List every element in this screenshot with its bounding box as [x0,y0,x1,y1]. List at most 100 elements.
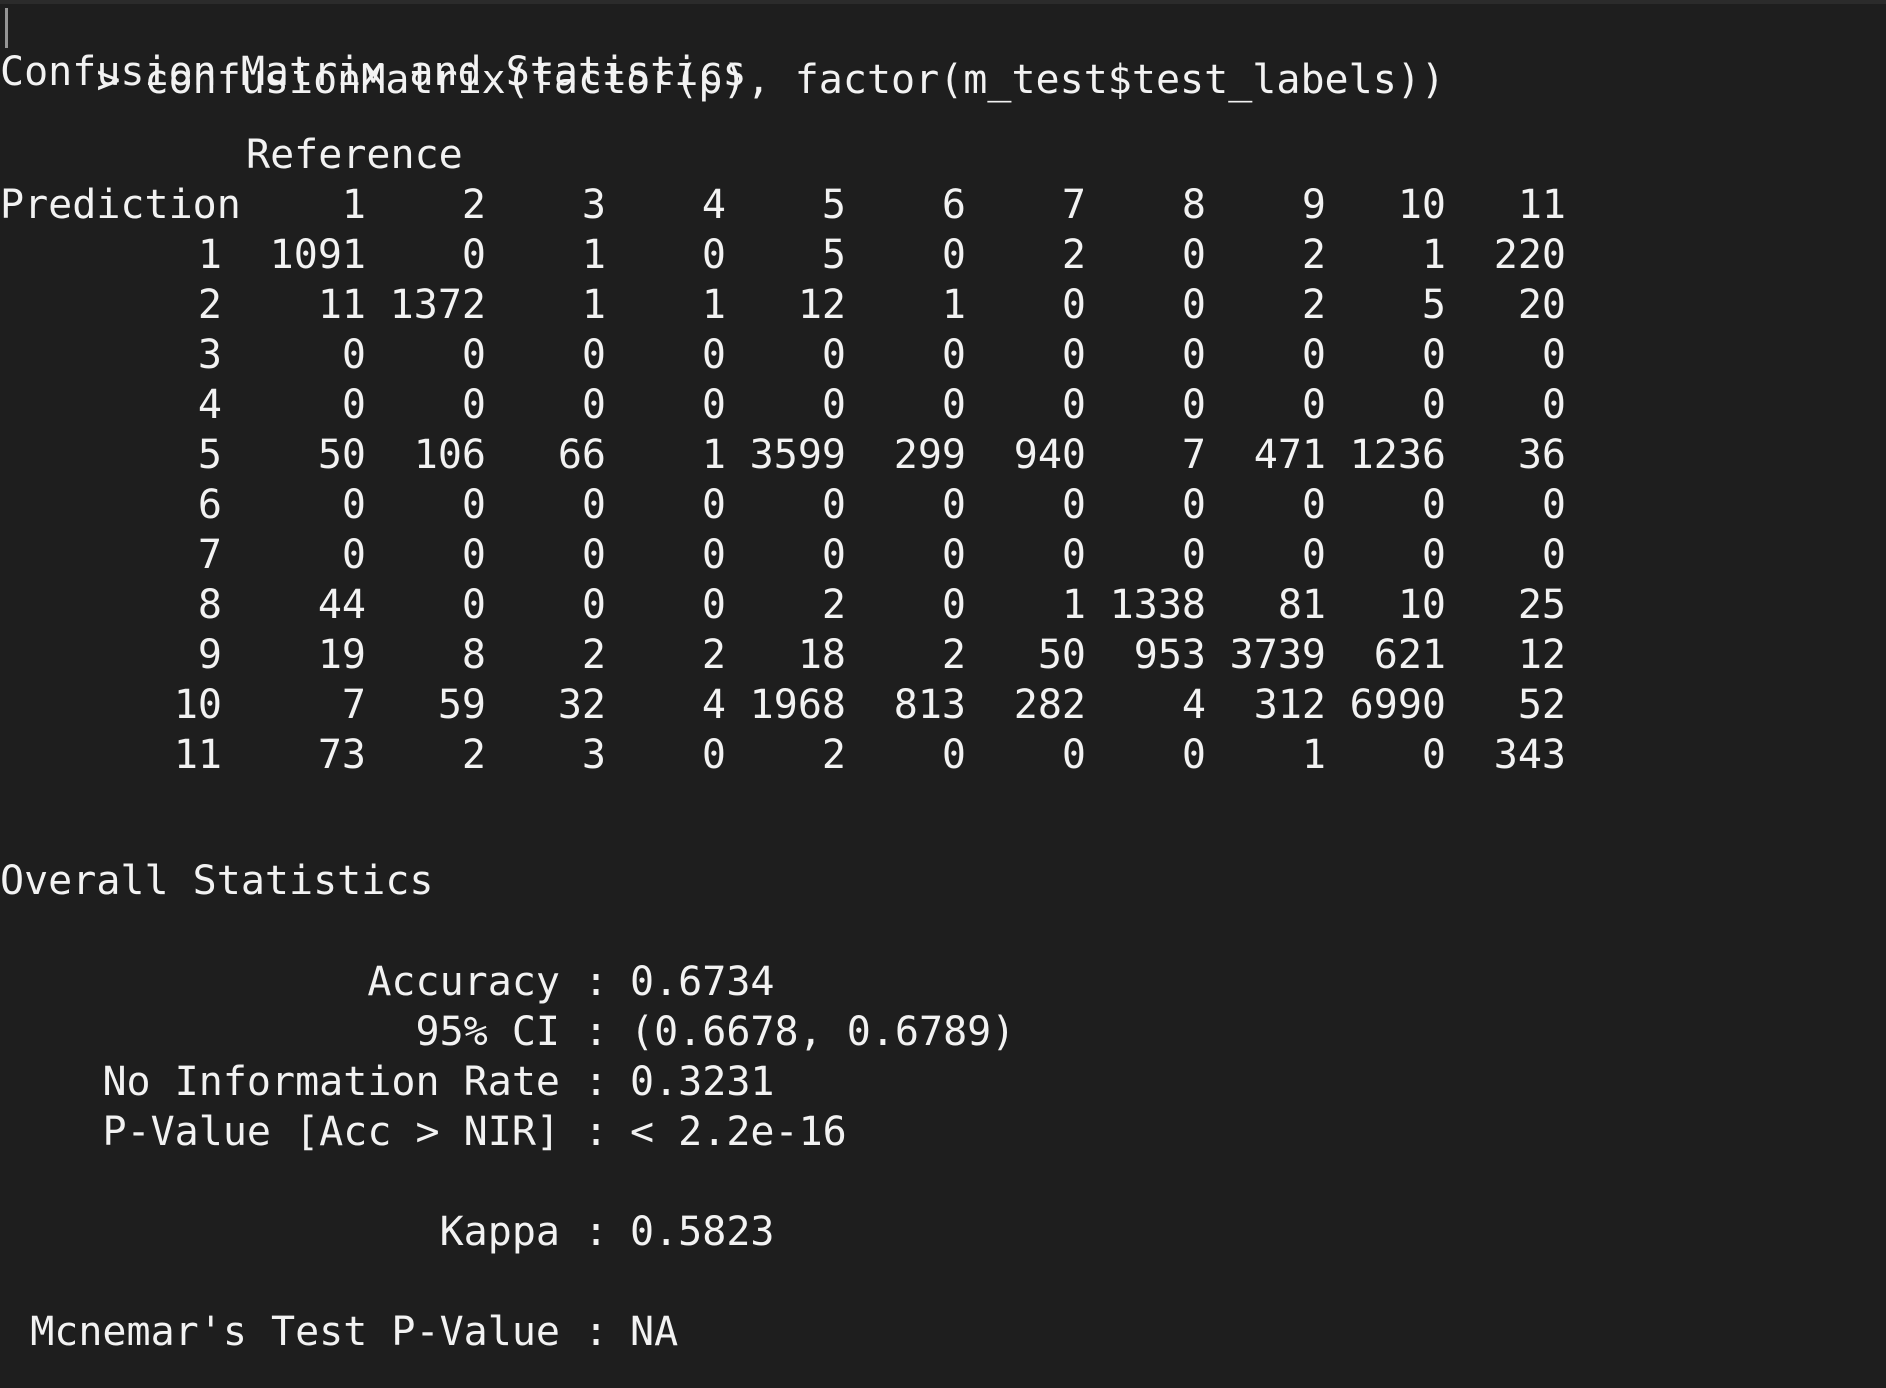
stat-label: 95% CI [415,1009,561,1055]
matrix-cell: 0 [1421,532,1446,578]
reference-column-header: 2 [461,182,486,228]
matrix-cell: 2 [1061,232,1086,278]
matrix-cell: 0 [701,382,726,428]
matrix-cell: 0 [1541,482,1566,528]
matrix-cell: 471 [1253,432,1326,478]
matrix-cell: 0 [461,482,486,528]
matrix-cell: 940 [1013,432,1086,478]
prediction-row-label: 5 [197,432,222,478]
terminal-output[interactable]: > confusionMatrix(factor(p), factor(m_te… [0,0,1886,1388]
matrix-cell: 0 [1061,382,1086,428]
stat-value: (0.6678, 0.6789) [630,1009,1016,1055]
matrix-cell: 1 [701,282,726,328]
matrix-cell: 25 [1517,582,1566,628]
matrix-cell: 0 [1421,482,1446,528]
prediction-row-label: 8 [197,582,222,628]
matrix-cell: 0 [1061,282,1086,328]
matrix-cell: 0 [1541,332,1566,378]
matrix-cell: 0 [1421,382,1446,428]
matrix-cell: 0 [941,482,966,528]
stat-separator: : [584,959,609,1005]
reference-column-header: 10 [1397,182,1446,228]
reference-column-header: 7 [1061,182,1086,228]
output-heading: Confusion Matrix and Statistics [0,49,747,95]
matrix-cell: 18 [797,632,846,678]
matrix-cell: 0 [821,532,846,578]
matrix-cell: 0 [941,532,966,578]
matrix-cell: 0 [341,482,366,528]
matrix-cell: 282 [1013,682,1086,728]
matrix-cell: 0 [821,382,846,428]
reference-label: Reference [246,132,463,178]
stat-row-kappa: Kappa:0.5823 [0,1207,1886,1257]
matrix-cell: 0 [1541,532,1566,578]
stat-value: < 2.2e-16 [630,1109,847,1155]
matrix-cell: 0 [1181,382,1206,428]
prediction-row-label: 1 [197,232,222,278]
matrix-cell: 0 [1181,532,1206,578]
matrix-cell: 32 [557,682,606,728]
matrix-cell: 20 [1517,282,1566,328]
matrix-cell: 0 [1301,532,1326,578]
overall-statistics-heading: Overall Statistics [0,858,434,904]
matrix-cell: 1968 [749,682,846,728]
matrix-cell: 0 [1181,332,1206,378]
matrix-cell: 3 [581,732,606,778]
matrix-cell: 12 [797,282,846,328]
stat-label: Mcnemar's Test P-Value [30,1309,560,1355]
matrix-cell: 0 [1181,732,1206,778]
matrix-cell: 1 [581,282,606,328]
matrix-cell: 5 [1421,282,1446,328]
matrix-cell: 50 [317,432,366,478]
matrix-cell: 0 [1541,382,1566,428]
matrix-cell: 2 [581,632,606,678]
reference-column-header: 3 [581,182,606,228]
matrix-cell: 0 [461,232,486,278]
stat-row-accuracy: Accuracy:0.6734 [0,957,1886,1007]
matrix-cell: 5 [821,232,846,278]
matrix-cell: 0 [341,332,366,378]
matrix-cell: 8 [461,632,486,678]
matrix-cell: 0 [941,582,966,628]
stat-value: 0.6734 [630,959,775,1005]
prediction-row-label: 4 [197,382,222,428]
matrix-cell: 0 [1061,532,1086,578]
matrix-cell: 6990 [1349,682,1446,728]
matrix-cell: 0 [581,582,606,628]
stat-row-nir: No Information Rate:0.3231 [0,1057,1886,1107]
matrix-cell: 0 [1181,482,1206,528]
matrix-cell: 2 [941,632,966,678]
matrix-cell: 0 [1421,732,1446,778]
matrix-cell: 1 [1061,582,1086,628]
matrix-cell: 7 [341,682,366,728]
matrix-cell: 1091 [269,232,366,278]
matrix-cell: 106 [413,432,486,478]
matrix-cell: 66 [557,432,606,478]
matrix-cell: 50 [1037,632,1086,678]
matrix-cell: 1 [581,232,606,278]
reference-column-header: 5 [821,182,846,228]
matrix-cell: 0 [1181,282,1206,328]
matrix-cell: 1 [701,432,726,478]
matrix-cell: 0 [701,532,726,578]
prediction-label: Prediction [0,182,241,228]
stat-value: 0.5823 [630,1209,775,1255]
matrix-cell: 0 [1301,482,1326,528]
matrix-cell: 0 [581,532,606,578]
matrix-cell: 0 [821,332,846,378]
matrix-cell: 299 [893,432,966,478]
reference-column-header: 1 [341,182,366,228]
matrix-cell: 0 [1181,232,1206,278]
matrix-cell: 0 [701,332,726,378]
matrix-cell: 0 [581,482,606,528]
matrix-cell: 1338 [1109,582,1206,628]
prediction-row-label: 3 [197,332,222,378]
reference-column-header: 4 [701,182,726,228]
stat-separator: : [584,1309,609,1355]
matrix-cell: 0 [1301,332,1326,378]
matrix-cell: 953 [1133,632,1206,678]
stat-label: No Information Rate [102,1059,560,1105]
matrix-cell: 59 [437,682,486,728]
stat-separator: : [584,1109,609,1155]
stat-label: P-Value [Acc > NIR] [102,1109,560,1155]
